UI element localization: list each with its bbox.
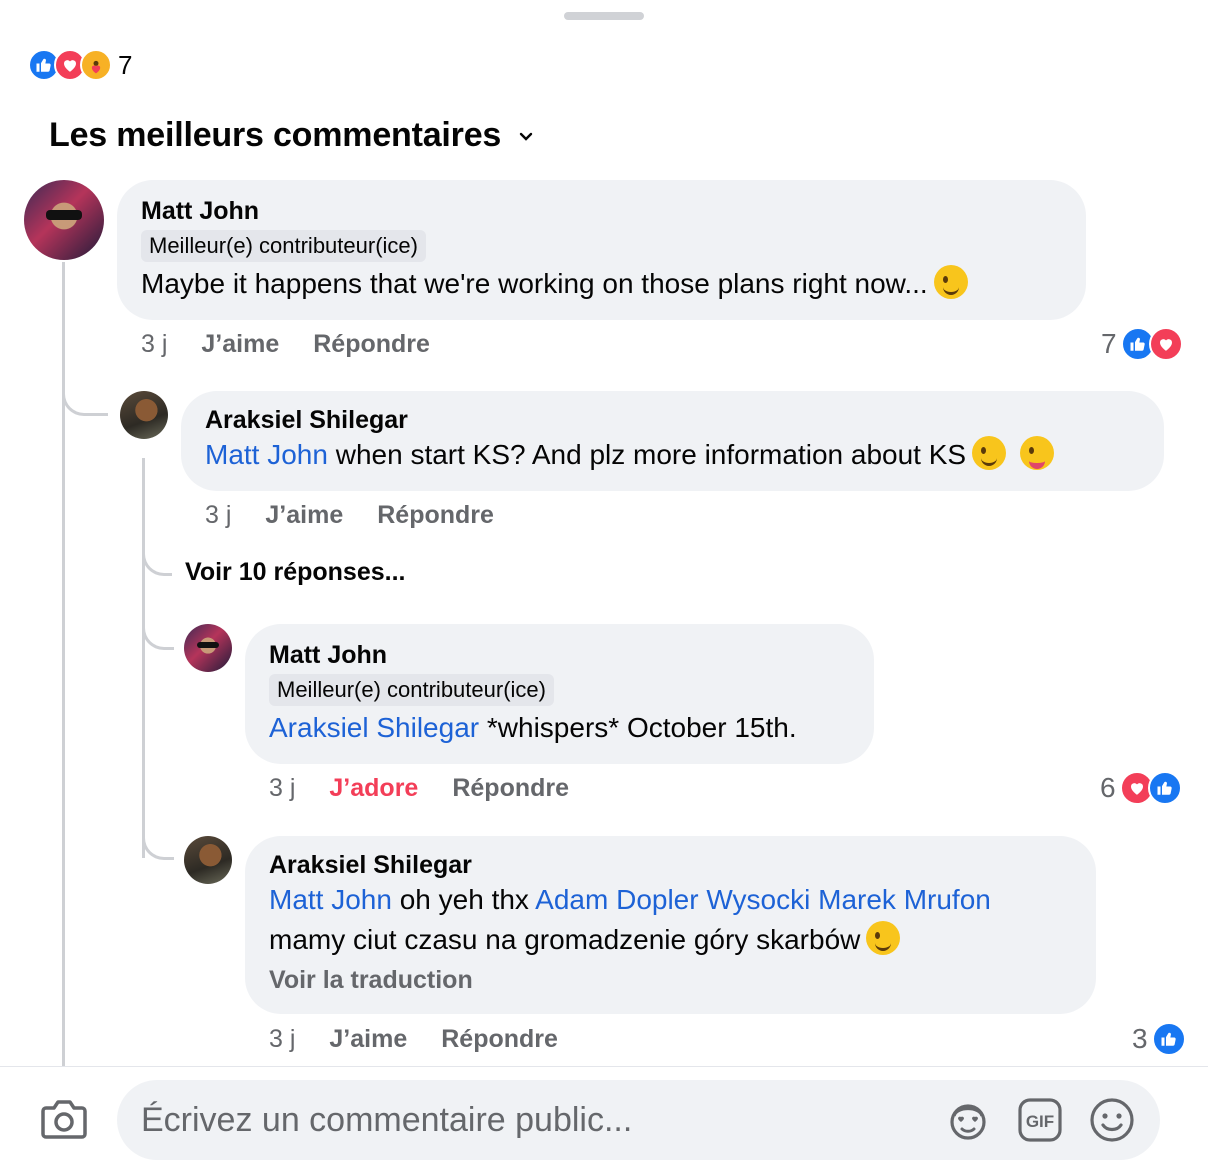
reply-button[interactable]: Répondre [313,330,430,359]
see-translation-link[interactable]: Voir la traduction [269,960,1072,1000]
comment-actions: 3 j J’aime Répondre [269,1025,592,1054]
comment-actions: 3 j J’aime Répondre [205,501,528,530]
like-button[interactable]: J’aime [329,1025,407,1054]
chevron-down-icon [519,129,533,147]
care-icon [80,49,112,81]
comment-bubble: Matt John Meilleur(e) contributeur(ice) … [245,624,874,764]
gif-icon[interactable]: GIF [1016,1096,1064,1149]
mention-link[interactable]: Matt John [205,439,328,470]
comment-reactions[interactable]: 7 [1101,327,1183,361]
wink-emoji-icon [866,921,901,955]
comment-text: Matt John oh yeh thx Adam Dopler Wysocki… [269,880,1072,920]
avatar-sticker-icon[interactable] [944,1096,992,1149]
svg-text:GIF: GIF [1026,1112,1054,1131]
drag-handle[interactable] [564,12,644,20]
comments-sheet: 7 Les meilleurs commentaires Matt John M… [0,0,1208,1172]
mention-link[interactable]: Matt John [269,884,392,915]
thread-connector [62,372,108,416]
comment-text-body: oh yeh thx [391,884,536,915]
post-reaction-summary[interactable]: 7 [28,48,132,82]
camera-icon[interactable] [40,1098,88,1145]
comment-reaction-count: 3 [1132,1023,1148,1054]
comment-time[interactable]: 3 j [141,330,167,359]
thread-connector [142,600,174,650]
comment-actions: 3 j J’aime Répondre [141,330,464,359]
comment-text-body: *whispers* October 15th. [479,712,797,743]
wink-emoji-icon [972,436,1007,470]
like-icon [1151,1022,1186,1056]
avatar[interactable] [184,836,232,884]
comment-text-body: mamy ciut czasu na gromadzenie góry skar… [269,924,861,955]
comment-actions: 3 j J’adore Répondre [269,774,603,803]
like-icon [1147,771,1182,805]
comment-text: Maybe it happens that we're working on t… [141,264,1062,304]
comment-text-body: when start KS? And plz more information … [327,439,967,470]
comment-sort-selector[interactable]: Les meilleurs commentaires [49,116,533,155]
avatar[interactable] [184,624,232,672]
comment-bubble: Matt John Meilleur(e) contributeur(ice) … [117,180,1086,320]
reply-button[interactable]: Répondre [377,501,494,530]
wink-emoji-icon [933,265,968,299]
comment-bubble: Araksiel Shilegar Matt John when start K… [181,391,1164,491]
thread-line [142,458,145,858]
avatar[interactable] [120,391,168,439]
view-more-replies-link[interactable]: Voir 10 réponses... [185,558,405,587]
tongue-emoji-icon [1019,436,1054,470]
reply-button[interactable]: Répondre [441,1025,558,1054]
comment-author[interactable]: Araksiel Shilegar [269,850,1072,880]
comment-reaction-count: 6 [1100,772,1116,803]
comment-text-line: mamy ciut czasu na gromadzenie góry skar… [269,920,1072,960]
comment-reactions[interactable]: 6 [1100,771,1182,805]
like-button[interactable]: J’aime [201,330,279,359]
love-icon [1148,327,1183,361]
comment-time[interactable]: 3 j [205,501,231,530]
top-contributor-badge: Meilleur(e) contributeur(ice) [141,230,426,262]
thread-connector [142,540,172,576]
comment-input-container[interactable] [117,1080,1160,1160]
like-button[interactable]: J’aime [265,501,343,530]
comment-text: Araksiel Shilegar *whispers* October 15t… [269,708,850,748]
love-reaction-button[interactable]: J’adore [329,774,418,803]
comment-bubble: Araksiel Shilegar Matt John oh yeh thx A… [245,836,1096,1014]
comment-time[interactable]: 3 j [269,774,295,803]
comment-reactions[interactable]: 3 [1132,1022,1186,1056]
mention-link[interactable]: Adam Dopler Wysocki [535,884,810,915]
comment-text: Matt John when start KS? And plz more in… [205,435,1140,475]
comment-input[interactable] [141,1080,921,1160]
comment-reaction-count: 7 [1101,328,1117,359]
emoji-icon[interactable] [1088,1096,1136,1149]
top-contributor-badge: Meilleur(e) contributeur(ice) [269,674,554,706]
mention-link[interactable]: Araksiel Shilegar [269,712,479,743]
sort-label: Les meilleurs commentaires [49,116,502,154]
avatar[interactable] [24,180,104,260]
comment-time[interactable]: 3 j [269,1025,295,1054]
comment-author[interactable]: Matt John [269,638,850,672]
reaction-count: 7 [118,49,133,80]
mention-link[interactable]: Marek Mrufon [818,884,991,915]
comment-text-body: Maybe it happens that we're working on t… [141,268,928,299]
reply-button[interactable]: Répondre [452,774,569,803]
thread-connector [142,810,174,860]
comment-author[interactable]: Matt John [141,194,1062,228]
comment-author[interactable]: Araksiel Shilegar [205,405,1140,435]
